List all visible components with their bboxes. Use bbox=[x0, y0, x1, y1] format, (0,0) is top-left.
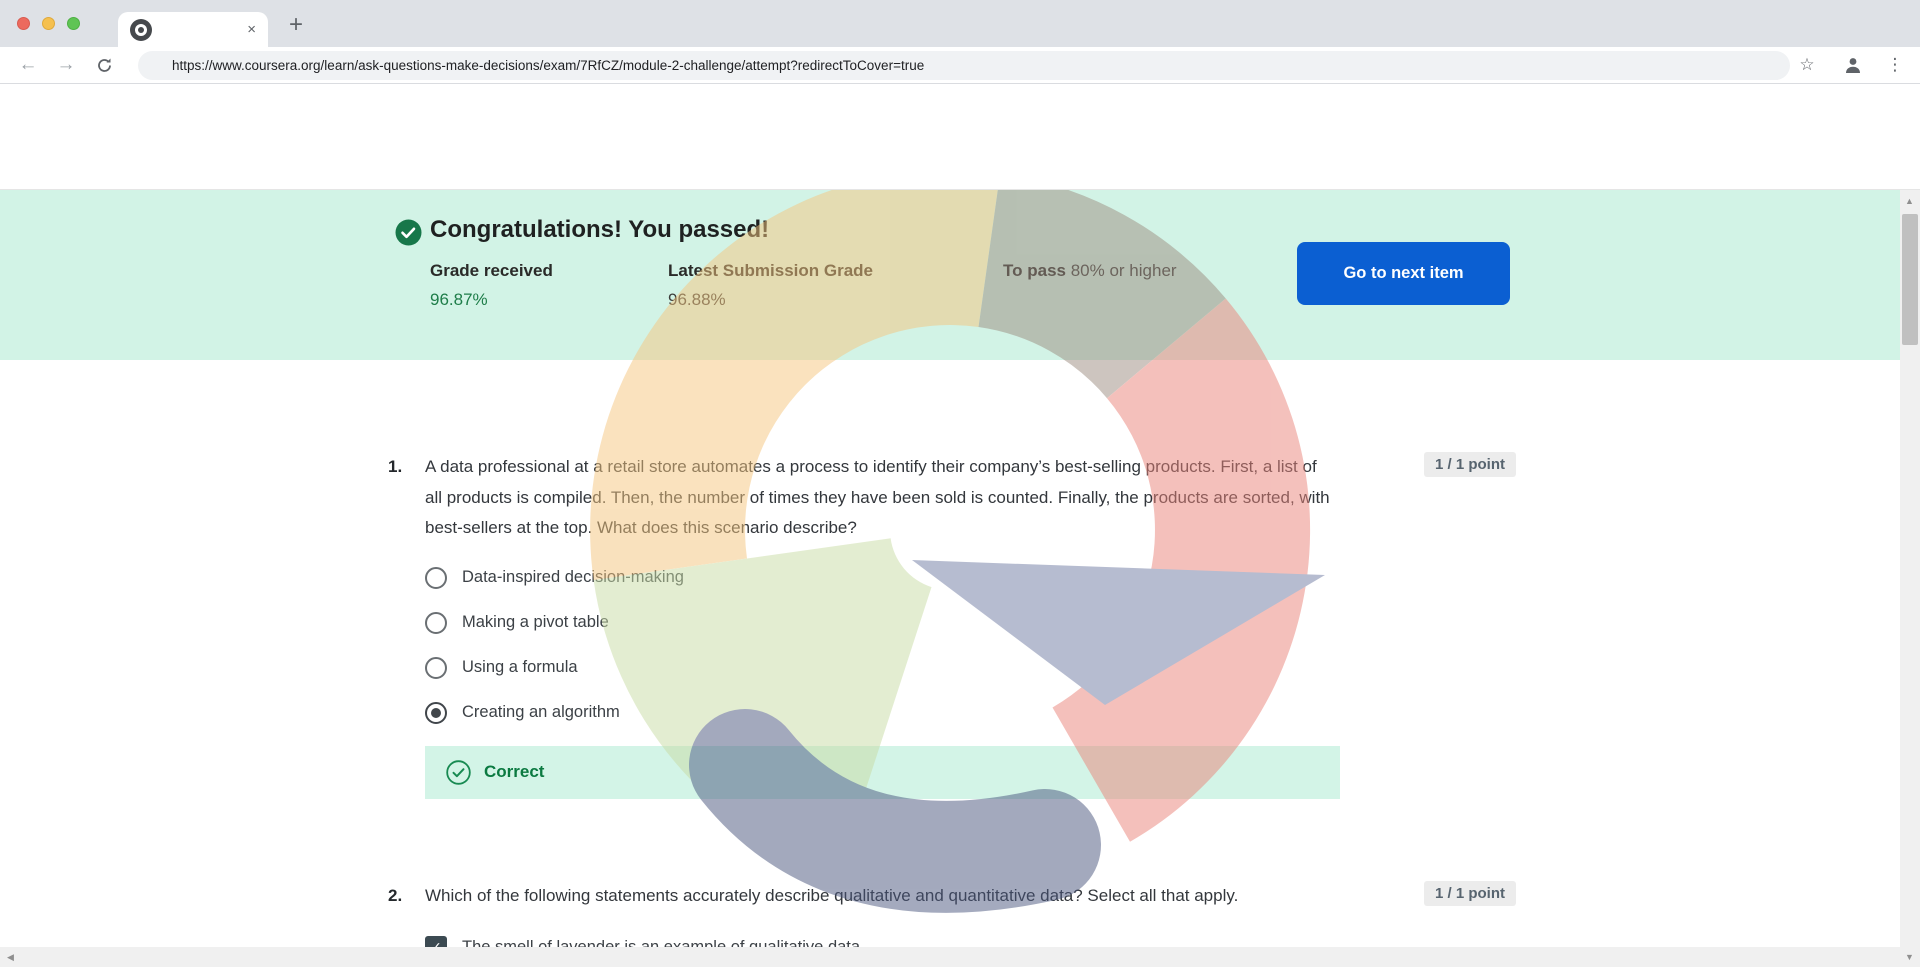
forward-nav-icon[interactable]: → bbox=[50, 47, 82, 83]
radio-input[interactable] bbox=[425, 657, 447, 679]
go-to-next-item-button[interactable]: Go to next item bbox=[1297, 242, 1510, 305]
horizontal-scrollbar[interactable]: ◀ bbox=[0, 947, 1900, 967]
to-pass: To pass 80% or higher bbox=[1003, 256, 1178, 285]
question-1: 1. A data professional at a retail store… bbox=[388, 452, 1516, 799]
question-text: Which of the following statements accura… bbox=[425, 881, 1330, 912]
radio-input[interactable] bbox=[425, 612, 447, 634]
bookmark-star-icon[interactable]: ☆ bbox=[1792, 47, 1822, 83]
answer-options: Data-inspired decision-making Making a p… bbox=[425, 566, 1330, 725]
page-header: Back Module 2 challenge Graded Quiz • 40… bbox=[0, 84, 1920, 190]
banner-title: Congratulations! You passed! bbox=[430, 216, 769, 244]
url-text: https://www.coursera.org/learn/ask-quest… bbox=[172, 58, 924, 73]
option-label: Making a pivot table bbox=[462, 613, 609, 632]
window-controls bbox=[17, 17, 80, 30]
latest-submission-grade: Latest Submission Grade 96.88% bbox=[668, 256, 926, 314]
reload-icon[interactable] bbox=[88, 47, 120, 83]
passed-banner: Congratulations! You passed! Grade recei… bbox=[0, 190, 1900, 360]
option-label: Data-inspired decision-making bbox=[462, 568, 684, 587]
new-tab-button[interactable]: + bbox=[282, 12, 310, 40]
scroll-up-icon[interactable]: ▲ bbox=[1905, 196, 1914, 206]
radio-option[interactable]: Data-inspired decision-making bbox=[425, 566, 1330, 590]
tab-strip: × + bbox=[0, 0, 1920, 47]
scroll-left-icon[interactable]: ◀ bbox=[7, 952, 14, 963]
vertical-scrollbar-thumb[interactable] bbox=[1902, 214, 1918, 345]
profile-icon[interactable] bbox=[1838, 47, 1868, 83]
quiz-area: 1. A data professional at a retail store… bbox=[0, 360, 1900, 958]
question-number: 1. bbox=[388, 452, 425, 483]
points-badge: 1 / 1 point bbox=[1424, 881, 1516, 906]
menu-kebab-icon[interactable]: ⋮ bbox=[1880, 47, 1910, 83]
vertical-scrollbar[interactable]: ▲ ▼ bbox=[1900, 190, 1920, 967]
radio-option[interactable]: Using a formula bbox=[425, 656, 1330, 680]
points-badge: 1 / 1 point bbox=[1424, 452, 1516, 477]
minimize-window-button[interactable] bbox=[42, 17, 55, 30]
browser-toolbar: ← → https://www.coursera.org/learn/ask-q… bbox=[0, 47, 1920, 84]
radio-option[interactable]: Making a pivot table bbox=[425, 611, 1330, 635]
scroll-down-icon[interactable]: ▼ bbox=[1905, 952, 1914, 962]
question-number: 2. bbox=[388, 881, 425, 912]
option-label: Using a formula bbox=[462, 658, 578, 677]
radio-input[interactable] bbox=[425, 702, 447, 724]
browser-tab[interactable]: × bbox=[118, 12, 268, 47]
option-label: Creating an algorithm bbox=[462, 703, 620, 722]
correct-label: Correct bbox=[484, 762, 544, 782]
radio-input[interactable] bbox=[425, 567, 447, 589]
radio-option[interactable]: Creating an algorithm bbox=[425, 701, 1330, 725]
passed-check-icon bbox=[395, 219, 422, 246]
question-text: A data professional at a retail store au… bbox=[425, 452, 1330, 544]
zoom-window-button[interactable] bbox=[67, 17, 80, 30]
address-bar[interactable]: https://www.coursera.org/learn/ask-quest… bbox=[138, 51, 1790, 80]
tab-close-icon[interactable]: × bbox=[247, 22, 256, 37]
browser-window: × + ← → https://www.coursera.org/learn/a… bbox=[0, 0, 1920, 967]
tab-favicon-icon bbox=[130, 19, 152, 41]
close-window-button[interactable] bbox=[17, 17, 30, 30]
grade-received: Grade received 96.87% bbox=[430, 256, 608, 314]
correct-feedback-banner: Correct bbox=[425, 746, 1340, 799]
page-content: Congratulations! You passed! Grade recei… bbox=[0, 190, 1920, 967]
correct-check-icon bbox=[446, 760, 471, 785]
back-nav-icon[interactable]: ← bbox=[12, 47, 44, 83]
